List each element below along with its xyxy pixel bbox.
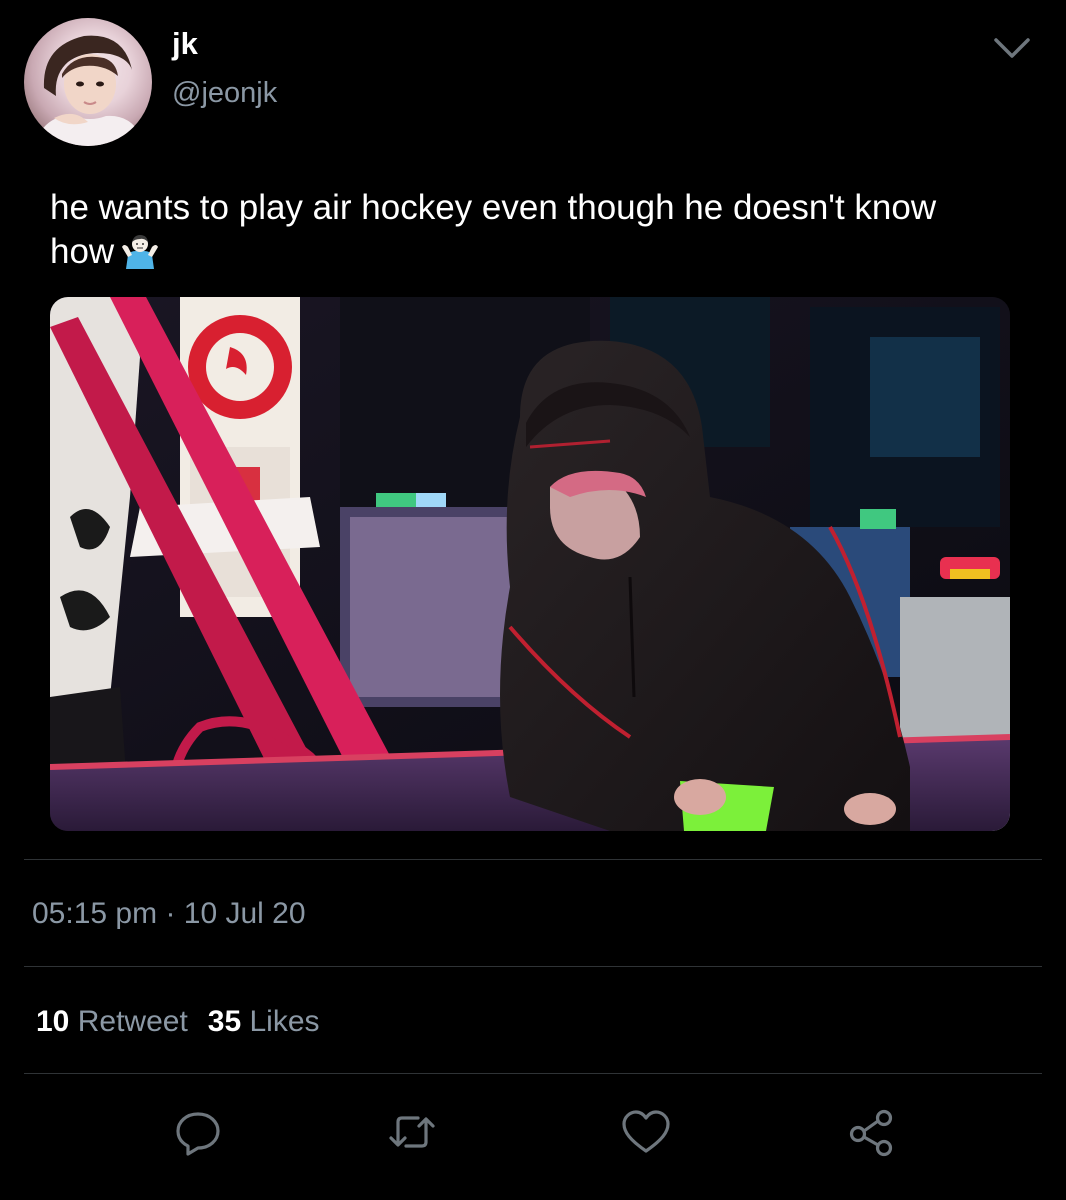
tweet-card: jk @jeonjk he wants to play air hockey e…	[0, 0, 1066, 1200]
likes-stat[interactable]: 35 Likes	[208, 1005, 320, 1038]
retweets-count: 10	[36, 1005, 70, 1038]
avatar[interactable]	[24, 18, 152, 146]
retweet-icon[interactable]	[384, 1104, 440, 1160]
divider	[24, 966, 1042, 967]
tweet-timestamp[interactable]: 05:15 pm · 10 Jul 20	[32, 896, 306, 932]
chevron-down-icon[interactable]	[990, 34, 1034, 64]
tweet-time: 05:15 pm	[32, 897, 158, 930]
heart-icon[interactable]	[618, 1104, 674, 1160]
tweet-stats: 10 Retweet 35 Likes	[36, 1004, 320, 1040]
timestamp-separator: ·	[165, 897, 176, 930]
likes-label: Likes	[249, 1005, 320, 1038]
tweet-text: he wants to play air hockey even though …	[50, 186, 1010, 274]
share-icon[interactable]	[844, 1104, 900, 1160]
divider	[24, 1073, 1042, 1074]
tweet-media-image[interactable]	[50, 297, 1010, 831]
display-name[interactable]: jk	[172, 26, 198, 62]
divider	[24, 859, 1042, 860]
tweet-text-content: he wants to play air hockey even though …	[50, 188, 937, 271]
comment-icon[interactable]	[170, 1104, 226, 1160]
tweet-date: 10 Jul 20	[183, 897, 306, 930]
user-handle[interactable]: @jeonjk	[172, 76, 277, 110]
retweets-label: Retweet	[77, 1005, 188, 1038]
likes-count: 35	[207, 1005, 242, 1038]
man-shrugging-emoji-icon	[122, 235, 159, 269]
retweets-stat[interactable]: 10 Retweet	[36, 1005, 188, 1038]
